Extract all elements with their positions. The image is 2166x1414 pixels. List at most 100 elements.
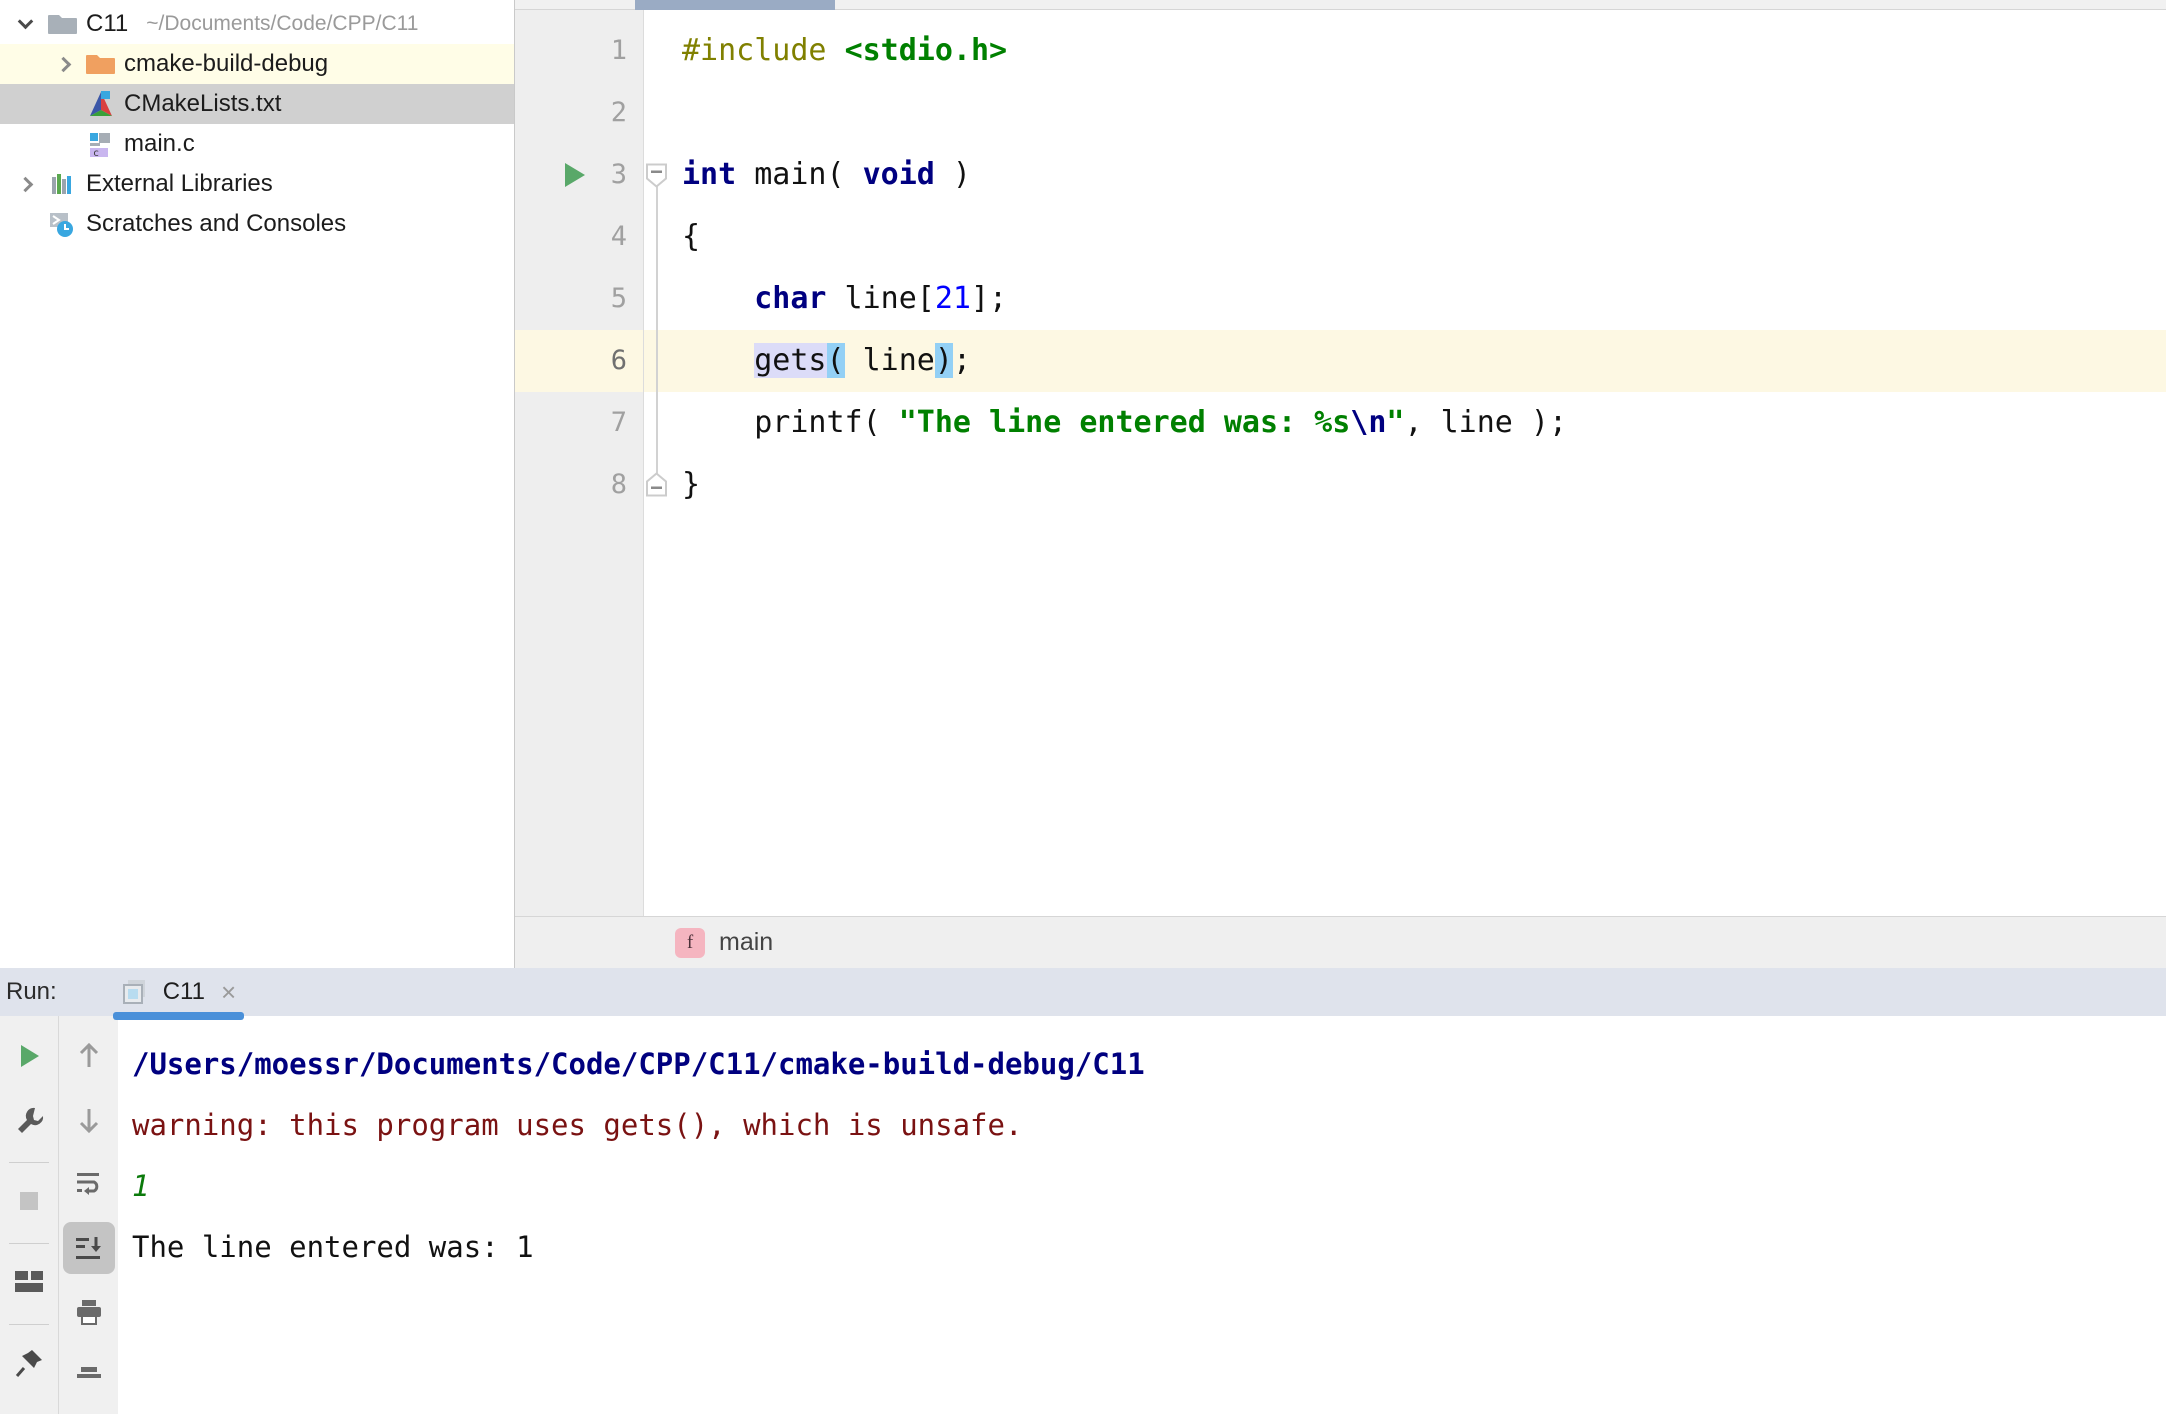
down-button[interactable] — [63, 1094, 115, 1146]
token-preprocessor: #include — [682, 33, 845, 68]
token-escape-newline: \n — [1350, 405, 1387, 440]
tree-row-mainc[interactable]: c main.c — [0, 124, 514, 164]
run-tab-c11[interactable]: C11 × — [112, 968, 245, 1020]
expander-external-libraries[interactable] — [6, 176, 44, 192]
run-function-icon[interactable] — [565, 163, 585, 187]
top-area: C11 ~/Documents/Code/CPP/C11 cmake-build… — [0, 0, 2166, 968]
tree-label-mainc: main.c — [124, 130, 195, 157]
breadcrumb-label[interactable]: main — [719, 928, 773, 957]
line-number: 4 — [610, 221, 627, 252]
token-open-brace: { — [682, 219, 701, 254]
token-indent: printf( — [682, 405, 899, 440]
chevron-right-icon — [17, 176, 33, 192]
close-icon[interactable]: × — [221, 977, 236, 1008]
fold-line — [656, 330, 658, 392]
toolbar-separator — [9, 1162, 49, 1163]
fold-row-start[interactable] — [644, 144, 668, 206]
tree-label-project-root: C11 — [86, 10, 129, 37]
fold-row-end[interactable] — [644, 454, 668, 516]
tree-row-external-libraries[interactable]: External Libraries — [0, 164, 514, 204]
fold-line — [656, 392, 658, 454]
fold-collapse-end-icon[interactable] — [645, 472, 668, 498]
fold-row — [644, 268, 668, 330]
soft-wrap-button[interactable] — [63, 1158, 115, 1210]
scroll-to-end-button[interactable] — [62, 1222, 115, 1274]
expander-cmake-build-debug[interactable] — [44, 56, 82, 72]
fold-row-current — [644, 330, 668, 392]
tree-label-cmake-build-debug: cmake-build-debug — [124, 50, 329, 77]
editor-gutter[interactable]: 1 2 3 4 5 6 7 8 — [515, 10, 643, 916]
code-line-3[interactable]: int main( void ) — [668, 144, 2166, 206]
rerun-button[interactable] — [3, 1030, 55, 1082]
token-keyword-char: char — [754, 281, 827, 316]
code-text-area[interactable]: #include <stdio.h> int main( void ) { ch… — [668, 10, 2166, 916]
tree-row-project-root[interactable]: C11 ~/Documents/Code/CPP/C11 — [0, 4, 514, 44]
project-tool-window[interactable]: C11 ~/Documents/Code/CPP/C11 cmake-build… — [0, 0, 515, 968]
stop-button[interactable] — [3, 1175, 55, 1227]
token-main: main( — [736, 157, 863, 192]
edit-configuration-button[interactable] — [3, 1094, 55, 1146]
tree-row-cmakelists[interactable]: CMakeLists.txt — [0, 84, 514, 124]
token-string-literal: "The line entered was: %s — [898, 405, 1351, 440]
breadcrumb[interactable]: f main — [515, 916, 2166, 968]
print-button[interactable] — [63, 1286, 115, 1338]
clear-all-button[interactable] — [63, 1350, 115, 1402]
scratches-icon — [44, 210, 82, 238]
tree-label-external-libraries: External Libraries — [86, 170, 273, 197]
cmake-icon — [82, 90, 120, 118]
run-toolbar-left[interactable] — [0, 1016, 58, 1414]
console-line-input: 1 — [132, 1169, 150, 1203]
up-button[interactable] — [63, 1030, 115, 1082]
line-number: 5 — [610, 283, 627, 314]
line-number: 8 — [610, 469, 627, 500]
editor-body[interactable]: 1 2 3 4 5 6 7 8 #include <stdio.h> int m… — [515, 10, 2166, 916]
token-semicolon: ; — [952, 343, 971, 378]
code-line-5[interactable]: char line[21]; — [668, 268, 2166, 330]
project-path: ~/Documents/Code/CPP/C11 — [146, 12, 419, 35]
fold-row — [644, 392, 668, 454]
line-number: 2 — [610, 97, 627, 128]
tree-row-cmake-build-debug[interactable]: cmake-build-debug — [0, 44, 514, 84]
editor-tab-strip[interactable] — [515, 0, 2166, 10]
fold-line — [656, 206, 658, 268]
editor-fold-column[interactable] — [643, 10, 668, 916]
folder-icon — [44, 11, 82, 37]
token-close-brace: } — [682, 467, 701, 502]
libraries-icon — [44, 171, 82, 197]
code-line-4[interactable]: { — [668, 206, 2166, 268]
code-line-1[interactable]: #include <stdio.h> — [668, 20, 2166, 82]
fold-collapse-icon[interactable] — [645, 163, 668, 188]
run-tool-window-header: Run: C11 × — [0, 968, 2166, 1020]
fold-row — [644, 82, 668, 144]
code-line-6[interactable]: gets( line); — [668, 330, 2166, 392]
code-line-7[interactable]: printf( "The line entered was: %s\n", li… — [668, 392, 2166, 454]
token-header: <stdio.h> — [844, 33, 1008, 68]
token-open-paren-matched: ( — [826, 343, 845, 378]
pin-tab-button[interactable] — [3, 1337, 55, 1389]
code-line-2[interactable] — [668, 82, 2166, 144]
expander-root[interactable] — [6, 13, 44, 29]
run-window-label: Run: — [6, 978, 57, 1005]
chevron-down-icon — [17, 13, 33, 29]
fold-row — [644, 20, 668, 82]
run-body: /Users/moessr/Documents/Code/CPP/C11/cma… — [0, 1016, 2166, 1414]
toolbar-separator — [9, 1324, 49, 1325]
tree-row-scratches[interactable]: Scratches and Consoles — [0, 204, 514, 244]
code-line-8[interactable]: } — [668, 454, 2166, 516]
token-end-decl: ]; — [971, 281, 1008, 316]
token-keyword-int: int — [682, 157, 737, 192]
ide-window: C11 ~/Documents/Code/CPP/C11 cmake-build… — [0, 0, 2166, 1414]
chevron-right-icon — [55, 56, 71, 72]
svg-text:c: c — [93, 148, 99, 158]
run-toolbar-right[interactable] — [58, 1016, 118, 1414]
line-number-text: 3 — [610, 159, 627, 190]
console-line-output: The line entered was: 1 — [132, 1230, 534, 1264]
run-tool-window: Run: C11 × /Users/moessr/Documents/Code/… — [0, 968, 2166, 1414]
line-number: 1 — [610, 35, 627, 66]
run-console-output[interactable]: /Users/moessr/Documents/Code/CPP/C11/cma… — [118, 1016, 2166, 1414]
token-var-line: line[ — [826, 281, 935, 316]
console-line-path: /Users/moessr/Documents/Code/CPP/C11/cma… — [132, 1047, 1145, 1081]
layout-button[interactable] — [3, 1256, 55, 1308]
token-args-tail: , line ); — [1404, 405, 1568, 440]
